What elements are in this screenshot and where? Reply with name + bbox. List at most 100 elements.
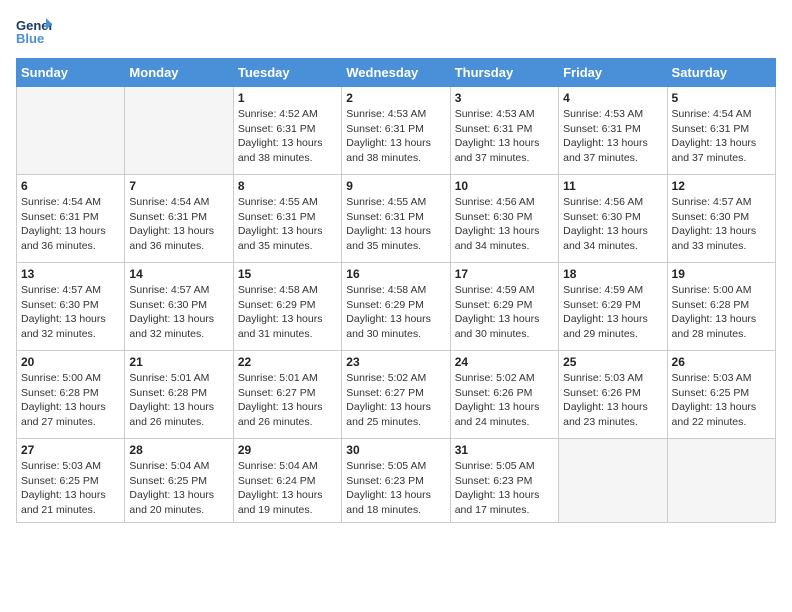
calendar-cell: 31 Sunrise: 5:05 AMSunset: 6:23 PMDayligh… [450, 439, 558, 523]
day-number: 15 [238, 267, 337, 281]
day-detail: Sunrise: 4:54 AMSunset: 6:31 PMDaylight:… [129, 195, 228, 254]
calendar-cell: 24 Sunrise: 5:02 AMSunset: 6:26 PMDayligh… [450, 351, 558, 439]
day-number: 30 [346, 443, 445, 457]
day-detail: Sunrise: 5:01 AMSunset: 6:27 PMDaylight:… [238, 371, 337, 430]
day-detail: Sunrise: 4:54 AMSunset: 6:31 PMDaylight:… [672, 107, 771, 166]
calendar-cell: 9 Sunrise: 4:55 AMSunset: 6:31 PMDaylight… [342, 175, 450, 263]
day-detail: Sunrise: 5:00 AMSunset: 6:28 PMDaylight:… [21, 371, 120, 430]
day-detail: Sunrise: 4:59 AMSunset: 6:29 PMDaylight:… [563, 283, 662, 342]
day-number: 29 [238, 443, 337, 457]
calendar-cell: 27 Sunrise: 5:03 AMSunset: 6:25 PMDayligh… [17, 439, 125, 523]
calendar-cell: 20 Sunrise: 5:00 AMSunset: 6:28 PMDayligh… [17, 351, 125, 439]
day-number: 19 [672, 267, 771, 281]
day-detail: Sunrise: 5:03 AMSunset: 6:25 PMDaylight:… [672, 371, 771, 430]
calendar-cell: 15 Sunrise: 4:58 AMSunset: 6:29 PMDayligh… [233, 263, 341, 351]
day-detail: Sunrise: 5:03 AMSunset: 6:26 PMDaylight:… [563, 371, 662, 430]
day-number: 8 [238, 179, 337, 193]
weekday-header-wednesday: Wednesday [342, 59, 450, 87]
day-number: 25 [563, 355, 662, 369]
day-number: 20 [21, 355, 120, 369]
day-detail: Sunrise: 4:52 AMSunset: 6:31 PMDaylight:… [238, 107, 337, 166]
calendar-cell: 7 Sunrise: 4:54 AMSunset: 6:31 PMDaylight… [125, 175, 233, 263]
day-detail: Sunrise: 4:58 AMSunset: 6:29 PMDaylight:… [238, 283, 337, 342]
day-number: 14 [129, 267, 228, 281]
page-header: General Blue [16, 16, 776, 46]
logo-icon: General Blue [16, 16, 52, 46]
day-number: 9 [346, 179, 445, 193]
calendar-cell: 21Sunrise: 5:01 AMSunset: 6:28 PMDayligh… [125, 351, 233, 439]
day-number: 6 [21, 179, 120, 193]
day-number: 18 [563, 267, 662, 281]
calendar-cell: 1 Sunrise: 4:52 AMSunset: 6:31 PMDaylight… [233, 87, 341, 175]
day-detail: Sunrise: 4:53 AMSunset: 6:31 PMDaylight:… [563, 107, 662, 166]
day-number: 7 [129, 179, 228, 193]
day-detail: Sunrise: 4:56 AMSunset: 6:30 PMDaylight:… [563, 195, 662, 254]
day-detail: Sunrise: 5:04 AMSunset: 6:25 PMDaylight:… [129, 459, 228, 518]
calendar-cell: 22 Sunrise: 5:01 AMSunset: 6:27 PMDayligh… [233, 351, 341, 439]
day-number: 11 [563, 179, 662, 193]
day-number: 26 [672, 355, 771, 369]
day-number: 16 [346, 267, 445, 281]
day-number: 10 [455, 179, 554, 193]
weekday-header-saturday: Saturday [667, 59, 775, 87]
day-number: 24 [455, 355, 554, 369]
weekday-header-thursday: Thursday [450, 59, 558, 87]
calendar-cell: 17 Sunrise: 4:59 AMSunset: 6:29 PMDayligh… [450, 263, 558, 351]
day-detail: Sunrise: 4:53 AMSunset: 6:31 PMDaylight:… [346, 107, 445, 166]
svg-text:Blue: Blue [16, 31, 44, 46]
calendar-cell: 26 Sunrise: 5:03 AMSunset: 6:25 PMDayligh… [667, 351, 775, 439]
calendar-cell: 14Sunrise: 4:57 AMSunset: 6:30 PMDayligh… [125, 263, 233, 351]
day-detail: Sunrise: 5:05 AMSunset: 6:23 PMDaylight:… [455, 459, 554, 518]
calendar-cell: 28 Sunrise: 5:04 AMSunset: 6:25 PMDayligh… [125, 439, 233, 523]
day-detail: Sunrise: 4:56 AMSunset: 6:30 PMDaylight:… [455, 195, 554, 254]
day-number: 12 [672, 179, 771, 193]
weekday-header-monday: Monday [125, 59, 233, 87]
day-number: 31 [455, 443, 554, 457]
day-number: 27 [21, 443, 120, 457]
day-number: 1 [238, 91, 337, 105]
day-detail: Sunrise: 4:54 AMSunset: 6:31 PMDaylight:… [21, 195, 120, 254]
day-detail: Sunrise: 4:55 AMSunset: 6:31 PMDaylight:… [238, 195, 337, 254]
day-detail: Sunrise: 4:58 AMSunset: 6:29 PMDaylight:… [346, 283, 445, 342]
calendar-cell: 13 Sunrise: 4:57 AMSunset: 6:30 PMDayligh… [17, 263, 125, 351]
logo: General Blue [16, 16, 52, 46]
day-detail: Sunrise: 4:55 AMSunset: 6:31 PMDaylight:… [346, 195, 445, 254]
day-number: 22 [238, 355, 337, 369]
calendar-cell: 23 Sunrise: 5:02 AMSunset: 6:27 PMDayligh… [342, 351, 450, 439]
day-number: 28 [129, 443, 228, 457]
calendar-cell: 3Sunrise: 4:53 AMSunset: 6:31 PMDaylight… [450, 87, 558, 175]
calendar-cell [17, 87, 125, 175]
calendar-cell: 30Sunrise: 5:05 AMSunset: 6:23 PMDayligh… [342, 439, 450, 523]
day-number: 3 [455, 91, 554, 105]
day-detail: Sunrise: 5:00 AMSunset: 6:28 PMDaylight:… [672, 283, 771, 342]
weekday-header-sunday: Sunday [17, 59, 125, 87]
calendar-cell: 10 Sunrise: 4:56 AMSunset: 6:30 PMDayligh… [450, 175, 558, 263]
day-number: 2 [346, 91, 445, 105]
calendar-cell [125, 87, 233, 175]
calendar-cell: 12 Sunrise: 4:57 AMSunset: 6:30 PMDayligh… [667, 175, 775, 263]
day-detail: Sunrise: 4:57 AMSunset: 6:30 PMDaylight:… [672, 195, 771, 254]
day-detail: Sunrise: 5:04 AMSunset: 6:24 PMDaylight:… [238, 459, 337, 518]
day-number: 23 [346, 355, 445, 369]
calendar-cell: 29 Sunrise: 5:04 AMSunset: 6:24 PMDayligh… [233, 439, 341, 523]
day-detail: Sunrise: 4:57 AMSunset: 6:30 PMDaylight:… [21, 283, 120, 342]
calendar-cell: 11 Sunrise: 4:56 AMSunset: 6:30 PMDayligh… [559, 175, 667, 263]
day-number: 4 [563, 91, 662, 105]
calendar-cell: 5Sunrise: 4:54 AMSunset: 6:31 PMDaylight… [667, 87, 775, 175]
day-detail: Sunrise: 5:02 AMSunset: 6:27 PMDaylight:… [346, 371, 445, 430]
calendar-cell: 6 Sunrise: 4:54 AMSunset: 6:31 PMDaylight… [17, 175, 125, 263]
calendar-cell: 16 Sunrise: 4:58 AMSunset: 6:29 PMDayligh… [342, 263, 450, 351]
calendar-cell: 8 Sunrise: 4:55 AMSunset: 6:31 PMDaylight… [233, 175, 341, 263]
weekday-header-tuesday: Tuesday [233, 59, 341, 87]
day-number: 17 [455, 267, 554, 281]
day-detail: Sunrise: 5:01 AMSunset: 6:28 PMDaylight:… [129, 371, 228, 430]
calendar-table: SundayMondayTuesdayWednesdayThursdayFrid… [16, 58, 776, 523]
day-detail: Sunrise: 5:02 AMSunset: 6:26 PMDaylight:… [455, 371, 554, 430]
day-number: 13 [21, 267, 120, 281]
calendar-cell: 4 Sunrise: 4:53 AMSunset: 6:31 PMDaylight… [559, 87, 667, 175]
day-detail: Sunrise: 5:03 AMSunset: 6:25 PMDaylight:… [21, 459, 120, 518]
day-detail: Sunrise: 4:59 AMSunset: 6:29 PMDaylight:… [455, 283, 554, 342]
calendar-cell: 2 Sunrise: 4:53 AMSunset: 6:31 PMDaylight… [342, 87, 450, 175]
calendar-cell: 18 Sunrise: 4:59 AMSunset: 6:29 PMDayligh… [559, 263, 667, 351]
calendar-cell: 25 Sunrise: 5:03 AMSunset: 6:26 PMDayligh… [559, 351, 667, 439]
